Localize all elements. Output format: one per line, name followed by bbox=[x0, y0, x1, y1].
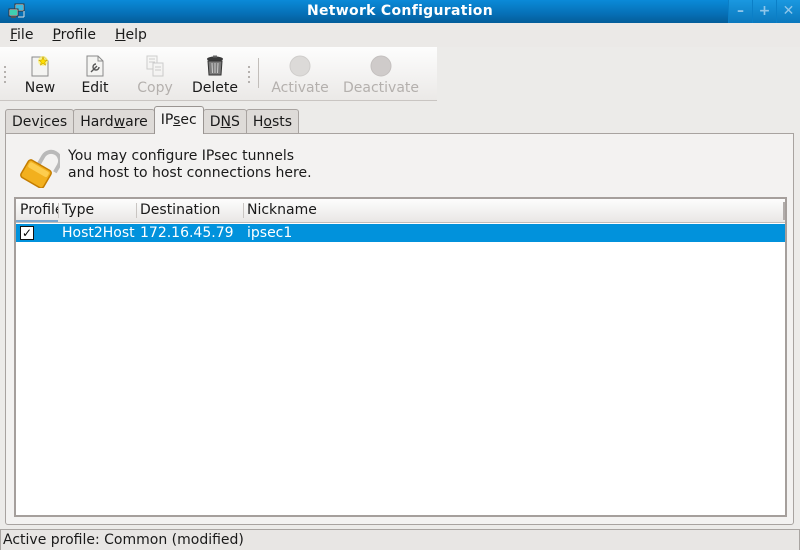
tab-ipsec[interactable]: IPsec bbox=[153, 106, 204, 134]
ipsec-intro: You may configure IPsec tunnels and host… bbox=[68, 148, 312, 182]
window-title: Network Configuration bbox=[306, 3, 493, 19]
table-row[interactable]: ✓ Host2Host 172.16.45.79 ipsec1 bbox=[16, 224, 785, 242]
copy-button-label: Copy bbox=[137, 80, 173, 96]
menu-help[interactable]: Help bbox=[108, 27, 154, 43]
padlock-icon bbox=[20, 149, 60, 188]
tab-hardware-mnemonic: w bbox=[113, 114, 126, 130]
tab-hardware-pre: Hard bbox=[80, 114, 114, 130]
maximize-button[interactable]: + bbox=[752, 0, 776, 23]
tab-hardware-post: are bbox=[125, 114, 148, 130]
new-document-star-icon bbox=[31, 56, 49, 77]
tab-devices[interactable]: Devices bbox=[5, 109, 75, 134]
edit-button[interactable]: Edit bbox=[66, 47, 124, 101]
menu-profile[interactable]: Profile bbox=[45, 27, 103, 43]
new-button[interactable]: New bbox=[14, 47, 66, 101]
activate-button-label: Activate bbox=[271, 80, 329, 96]
tab-hardware[interactable]: Hardware bbox=[73, 109, 155, 134]
copy-button[interactable]: Copy bbox=[124, 47, 186, 101]
copy-icon bbox=[146, 55, 164, 77]
minimize-button[interactable]: – bbox=[728, 0, 752, 23]
deactivate-circle-icon bbox=[370, 55, 392, 77]
toolbar-separator bbox=[258, 58, 259, 88]
column-header-nickname[interactable]: Nickname bbox=[243, 199, 785, 222]
menu-file[interactable]: File bbox=[3, 27, 40, 43]
intro-line-2: and host to host connections here. bbox=[68, 165, 312, 181]
notebook-tabs: Devices Hardware IPsec DNS Hosts bbox=[5, 106, 300, 134]
tab-devices-pre: Dev bbox=[12, 114, 40, 130]
menu-bar: File Profile Help bbox=[0, 23, 800, 47]
tab-hosts[interactable]: Hosts bbox=[245, 109, 300, 134]
tab-dns-mnemonic: N bbox=[220, 114, 231, 130]
delete-button-label: Delete bbox=[192, 80, 238, 96]
tab-dns-post: S bbox=[231, 114, 240, 130]
menu-help-label: elp bbox=[125, 27, 147, 43]
ipsec-panel: You may configure IPsec tunnels and host… bbox=[5, 133, 794, 525]
cell-type: Host2Host bbox=[62, 225, 135, 241]
edit-document-wrench-icon bbox=[86, 55, 104, 77]
cell-destination: 172.16.45.79 bbox=[140, 225, 234, 241]
deactivate-button-label: Deactivate bbox=[342, 80, 419, 96]
column-header-profile[interactable]: Profile bbox=[16, 199, 58, 222]
cell-nickname: ipsec1 bbox=[247, 225, 293, 241]
close-button[interactable]: ✕ bbox=[776, 0, 800, 23]
tab-hosts-post: sts bbox=[272, 114, 293, 130]
profile-checkbox[interactable]: ✓ bbox=[20, 226, 34, 240]
column-header-destination[interactable]: Destination bbox=[136, 199, 243, 222]
menu-file-label: ile bbox=[17, 27, 34, 43]
tab-hosts-pre: H bbox=[252, 114, 264, 130]
activate-button[interactable]: Activate bbox=[265, 47, 335, 101]
tab-ipsec-pre: IP bbox=[160, 112, 174, 128]
cell-profile: ✓ bbox=[16, 224, 58, 242]
column-header-type[interactable]: Type bbox=[58, 199, 136, 222]
menu-file-mnemonic: F bbox=[10, 27, 18, 43]
menu-profile-label: rofile bbox=[60, 27, 96, 43]
intro-line-1: You may configure IPsec tunnels bbox=[68, 148, 295, 164]
activate-circle-icon bbox=[289, 55, 311, 77]
trash-icon bbox=[207, 55, 223, 76]
tab-devices-post: ces bbox=[43, 114, 68, 130]
menu-profile-mnemonic: P bbox=[52, 27, 61, 43]
status-bar: Active profile: Common (modified) bbox=[0, 529, 800, 550]
tab-dns[interactable]: DNS bbox=[202, 109, 247, 134]
toolbar-grip-2[interactable] bbox=[244, 47, 254, 101]
title-bar: Network Configuration – + ✕ bbox=[0, 0, 800, 23]
menu-help-mnemonic: H bbox=[115, 27, 126, 43]
delete-button[interactable]: Delete bbox=[186, 47, 244, 101]
toolbar: New Edit Copy Delete Activate Deactivate bbox=[0, 47, 437, 101]
edit-button-label: Edit bbox=[81, 80, 109, 96]
new-button-label: New bbox=[24, 80, 56, 96]
tab-hosts-mnemonic: o bbox=[263, 114, 272, 130]
ipsec-connections-table[interactable]: Profile Type Destination Nickname ✓ Host… bbox=[14, 197, 787, 517]
tab-ipsec-post: ec bbox=[180, 112, 197, 128]
deactivate-button[interactable]: Deactivate bbox=[335, 47, 427, 101]
tab-dns-pre: D bbox=[209, 114, 221, 130]
header-edge bbox=[783, 202, 785, 220]
table-header: Profile Type Destination Nickname bbox=[16, 199, 785, 223]
toolbar-grip[interactable] bbox=[0, 47, 10, 101]
